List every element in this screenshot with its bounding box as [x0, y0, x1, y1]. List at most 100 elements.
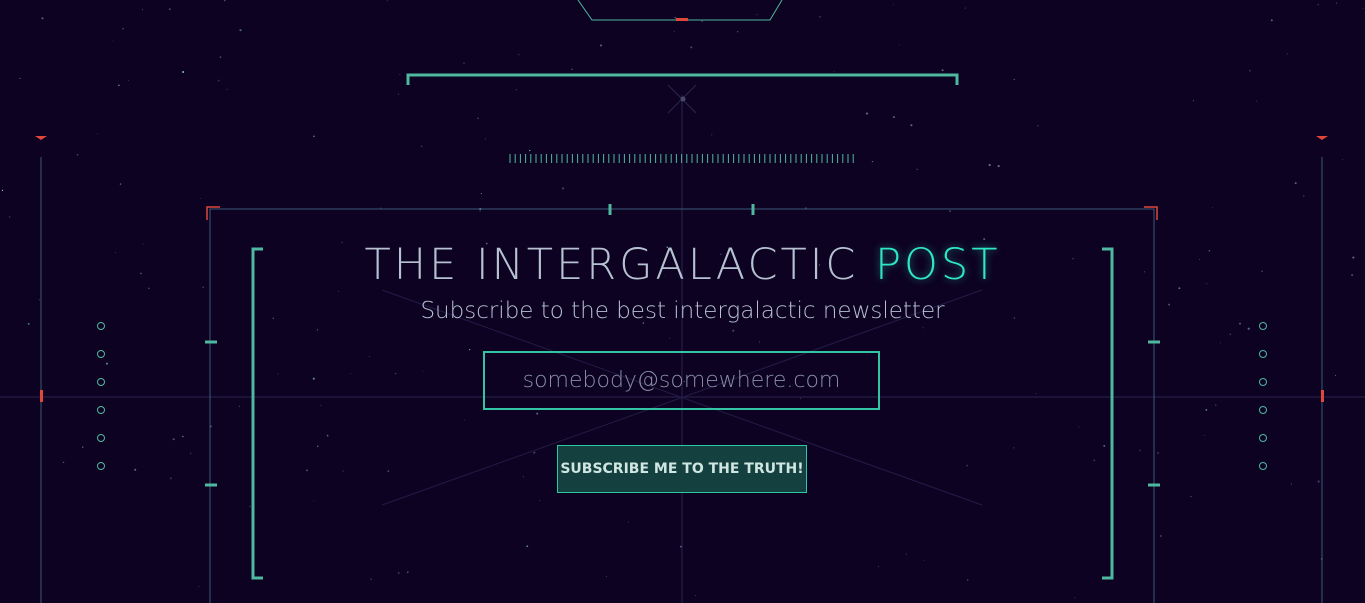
star: [386, 0, 389, 1]
title-accent-text: POST: [875, 240, 1001, 290]
star: [118, 84, 120, 86]
star: [238, 405, 241, 408]
star: [1239, 322, 1241, 325]
top-tab-outline: [577, 0, 783, 21]
star: [122, 28, 124, 30]
star: [369, 356, 371, 357]
star: [539, 500, 541, 502]
star: [1013, 78, 1015, 81]
star: [420, 145, 423, 148]
star: [19, 77, 21, 80]
star: [38, 298, 41, 301]
star: [1157, 452, 1159, 454]
star: [190, 452, 192, 454]
star: [202, 286, 205, 289]
star: [463, 62, 465, 65]
star: [898, 44, 900, 46]
star: [1205, 408, 1208, 411]
star: [711, 134, 713, 136]
top-bracket: [406, 73, 959, 85]
star: [387, 470, 390, 472]
star: [819, 15, 821, 18]
star: [41, 17, 44, 20]
star: [81, 446, 84, 448]
star: [62, 461, 65, 464]
star: [964, 7, 966, 9]
star: [628, 521, 629, 523]
star: [182, 71, 185, 73]
star: [8, 216, 11, 218]
star: [1352, 256, 1355, 259]
subscribe-button[interactable]: SUBSCRIBE ME TO THE TRUTH!: [557, 445, 807, 493]
star: [1249, 69, 1251, 72]
star: [380, 207, 382, 209]
star: [1261, 270, 1263, 273]
star: [406, 571, 409, 574]
star: [127, 80, 129, 82]
star: [463, 419, 465, 421]
star: [217, 79, 220, 82]
star: [941, 69, 944, 72]
star: [1178, 287, 1181, 290]
star: [1168, 303, 1171, 306]
star: [76, 154, 79, 156]
side-dot: [97, 462, 105, 470]
star: [1294, 182, 1297, 185]
star: [1256, 100, 1258, 102]
star: [1247, 327, 1250, 330]
star: [966, 579, 969, 581]
star: [219, 56, 222, 58]
star: [480, 192, 482, 195]
star: [139, 272, 142, 275]
star: [114, 251, 116, 253]
star: [1, 189, 4, 192]
star: [313, 500, 315, 502]
star: [1215, 404, 1217, 406]
star: [119, 183, 122, 185]
email-input[interactable]: [483, 351, 880, 410]
center-dot: [680, 96, 686, 102]
star: [342, 470, 344, 472]
star: [106, 362, 108, 365]
star: [910, 124, 913, 127]
star: [522, 476, 524, 478]
star: [562, 187, 565, 190]
star: [1290, 483, 1292, 485]
star: [1193, 100, 1194, 102]
star: [1335, 374, 1337, 376]
star: [759, 341, 760, 343]
star: [182, 435, 184, 438]
star: [397, 93, 399, 95]
page-subtitle: Subscribe to the best intergalactic news…: [420, 298, 945, 324]
star: [1037, 125, 1039, 127]
star: [905, 553, 907, 555]
star: [865, 112, 869, 115]
star: [422, 370, 424, 372]
star: [397, 572, 400, 574]
star: [1159, 535, 1162, 537]
star: [1204, 434, 1205, 436]
side-dot: [97, 406, 105, 414]
star: [1206, 283, 1208, 285]
star: [134, 468, 137, 471]
star: [484, 138, 487, 140]
star: [529, 149, 531, 152]
side-dot: [97, 434, 105, 442]
star: [997, 165, 1000, 168]
side-dot: [97, 322, 105, 330]
top-tab-marker: [676, 18, 688, 21]
star: [1342, 159, 1344, 161]
star: [1074, 597, 1076, 599]
star: [142, 9, 144, 11]
star: [312, 377, 315, 380]
star: [469, 348, 471, 351]
star: [1103, 444, 1106, 447]
star: [27, 322, 30, 325]
star: [949, 210, 952, 213]
star: [1317, 480, 1320, 483]
star: [479, 210, 481, 212]
star: [112, 40, 114, 42]
star: [320, 404, 322, 406]
star: [1362, 8, 1364, 9]
side-dot: [1259, 322, 1267, 330]
